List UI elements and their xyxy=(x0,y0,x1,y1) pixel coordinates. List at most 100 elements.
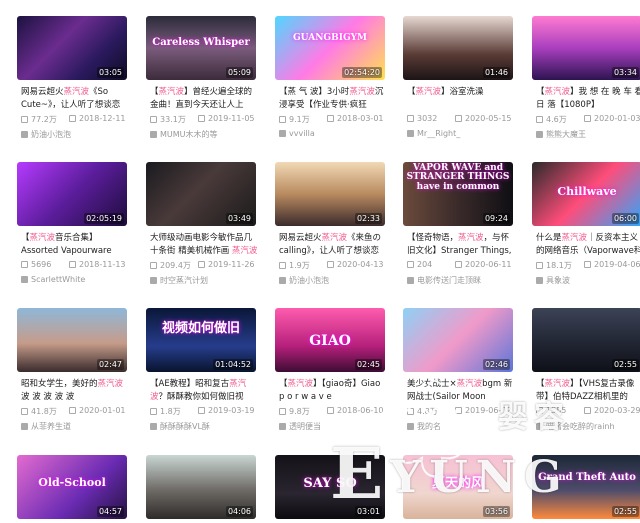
play-icon xyxy=(536,262,543,269)
thumbnail-overlay-text: 视频如何做旧 xyxy=(161,321,240,336)
video-thumbnail[interactable]: Chillwave 06:00 xyxy=(532,162,640,226)
uploader-name: Mr__Right_ xyxy=(417,129,461,138)
video-thumbnail[interactable]: Old-School 04:57 xyxy=(17,455,127,519)
play-count: 33.1万 xyxy=(150,114,186,125)
video-thumbnail[interactable]: Careless Whisper 05:09 xyxy=(146,16,256,80)
video-title[interactable]: 【怪奇物语，蒸汽波，与怀旧文化】Stranger Things, xyxy=(407,232,515,258)
video-duration: 02:33 xyxy=(354,213,382,224)
video-thumbnail[interactable]: VAPOR WAVE and STRANGER THINGS have in c… xyxy=(403,162,513,226)
video-title[interactable]: 【AE教程】昭和复古蒸汽波？酥酥教你如何做旧视 xyxy=(150,378,258,404)
uploader-link[interactable]: 喵酱会吃醉的rainh xyxy=(536,421,615,432)
video-card[interactable]: 03:34 【蒸汽波】我 想 在 晚 车 看 日 落【1080P】 4.6万 2020… xyxy=(532,16,640,142)
video-card[interactable]: 夏天的风 03:56 xyxy=(403,455,513,523)
video-card[interactable]: GUANGBIGYM 02:54:20 【蒸 气 波】3小时蒸汽波沉浸享受【作业专供… xyxy=(275,16,385,142)
video-thumbnail[interactable]: 02:47 xyxy=(17,308,127,372)
video-card[interactable]: 02:55 【蒸汽波】【VHS复古录像带】伯特DAZZ相机里的 1585 2020-0… xyxy=(532,308,640,434)
video-thumbnail[interactable]: 04:06 xyxy=(146,455,256,519)
video-card[interactable]: 02:05:19 【蒸汽波音乐合集】Assorted Vapourware 5696… xyxy=(17,162,127,288)
video-thumbnail[interactable]: GUANGBIGYM 02:54:20 xyxy=(275,16,385,80)
video-thumbnail[interactable]: 02:05:19 xyxy=(17,162,127,226)
video-card[interactable]: 04:06 xyxy=(146,455,256,523)
video-title[interactable]: 【蒸汽波】浴室洗澡 xyxy=(407,86,515,112)
play-count-value: 5696 xyxy=(31,260,52,269)
video-card[interactable]: Chillwave 06:00 什么是蒸汽波｜反资本主义的网络音乐（Vaporwav… xyxy=(532,162,640,288)
uploader-icon xyxy=(21,423,28,430)
uploader-link[interactable]: 从菲养生道 xyxy=(21,421,71,432)
video-duration: 01:46 xyxy=(482,67,510,78)
uploader-icon xyxy=(150,277,157,284)
video-duration: 02:45 xyxy=(354,359,382,370)
uploader-link[interactable]: 透明便当 xyxy=(279,421,321,432)
uploader-name: 奶油小泡泡 xyxy=(31,130,71,139)
uploader-link[interactable]: 电影传送门走顶眯 xyxy=(407,275,481,286)
play-count: 1.8万 xyxy=(150,406,181,417)
video-card[interactable]: 03:49 大师级动画电影今敏作品几十条街 精美机械作画 蒸汽波 209.4万 201… xyxy=(146,162,258,288)
video-thumbnail[interactable]: 03:05 xyxy=(17,16,127,80)
video-title[interactable]: 【蒸汽波】【VHS复古录像带】伯特DAZZ相机里的 xyxy=(536,378,640,404)
play-count: 4.6万 xyxy=(536,114,567,125)
video-card[interactable]: Careless Whisper 05:09 【蒸汽波】曾经火遍全球的金曲！直到今天… xyxy=(146,16,256,142)
video-card[interactable]: 02:47 昭和女学生，美好的蒸汽波 波 波 波 波 波 41.8万 2020-01-… xyxy=(17,308,127,434)
video-thumbnail[interactable]: 03:49 xyxy=(146,162,256,226)
video-card[interactable]: 02:33 网易云超火蒸汽波《来鱼の calling》，让人听了想谈恋爱 1.9万 2… xyxy=(275,162,385,288)
upload-date-value: 2018-06-10 xyxy=(337,406,384,415)
uploader-name: 透明便当 xyxy=(289,422,321,431)
video-thumbnail[interactable]: 03:34 xyxy=(532,16,640,80)
video-card[interactable]: 02:46 美少女战士×蒸汽波bgm 新网战士(Sailor Moon 4.8万 20… xyxy=(403,308,513,434)
upload-date-value: 2019-03-19 xyxy=(208,406,255,415)
video-card[interactable]: GIAO 02:45 【蒸汽波】【giao奇】Giao p o r w a v e 9… xyxy=(275,308,385,434)
video-thumbnail[interactable]: 02:46 xyxy=(403,308,513,372)
video-card[interactable]: SAY SO 03:01 xyxy=(275,455,385,523)
video-thumbnail[interactable]: 02:55 xyxy=(532,308,640,372)
video-title[interactable]: 什么是蒸汽波｜反资本主义的网络音乐（Vaporwave科 xyxy=(536,232,640,258)
video-title[interactable]: 大师级动画电影今敏作品几十条街 精美机械作画 蒸汽波 xyxy=(150,232,258,258)
upload-date: 2020-04-13 xyxy=(327,260,384,269)
video-card[interactable]: VAPOR WAVE and STRANGER THINGS have in c… xyxy=(403,162,513,288)
video-thumbnail[interactable]: SAY SO 03:01 xyxy=(275,455,385,519)
video-title[interactable]: 网易云超火蒸汽波《So Cute~》，让人听了想谈恋 xyxy=(21,86,129,112)
title-keyword-highlight: 蒸汽波 xyxy=(561,233,588,243)
upload-date-value: 2020-03-29 xyxy=(594,406,640,415)
video-thumbnail[interactable]: GIAO 02:45 xyxy=(275,308,385,372)
uploader-link[interactable]: MUMU木木的等 xyxy=(150,129,218,140)
video-thumbnail[interactable]: 夏天的风 03:56 xyxy=(403,455,513,519)
video-thumbnail[interactable]: Grand Theft Auto 02:55 xyxy=(532,455,640,519)
video-card[interactable]: 01:46 【蒸汽波】浴室洗澡 3032 2020-05-15 Mr__Right_ xyxy=(403,16,513,142)
video-title[interactable]: 【蒸 气 波】3小时蒸汽波沉浸享受【作业专供·疯狂 xyxy=(279,86,387,112)
video-title[interactable]: 昭和女学生，美好的蒸汽波 波 波 波 波 波 xyxy=(21,378,129,404)
video-title[interactable]: 【蒸汽波】曾经火遍全球的金曲！直到今天还让人上 xyxy=(150,86,258,112)
video-duration: 02:55 xyxy=(611,359,639,370)
video-duration: 03:01 xyxy=(354,506,382,517)
play-count-value: 204 xyxy=(417,260,433,269)
calendar-icon xyxy=(327,115,334,122)
video-duration: 02:05:19 xyxy=(84,213,124,224)
video-thumbnail[interactable]: 01:46 xyxy=(403,16,513,80)
title-text: 【AE教程】昭和复古 xyxy=(150,379,230,389)
video-card[interactable]: Old-School 04:57 xyxy=(17,455,127,523)
video-title[interactable]: 【蒸汽波】【giao奇】Giao p o r w a v e xyxy=(279,378,387,404)
upload-date: 2019-11-26 xyxy=(198,260,255,269)
video-title[interactable]: 美少女战士×蒸汽波bgm 新网战士(Sailor Moon xyxy=(407,378,515,404)
video-card[interactable]: 视频如何做旧 01:04:52 【AE教程】昭和复古蒸汽波？酥酥教你如何做旧视 1.8… xyxy=(146,308,256,434)
video-thumbnail[interactable]: 02:33 xyxy=(275,162,385,226)
video-card[interactable]: 03:05 网易云超火蒸汽波《So Cute~》，让人听了想谈恋 77.2万 2018… xyxy=(17,16,127,142)
uploader-link[interactable]: 我的名 xyxy=(407,421,441,432)
uploader-link[interactable]: 具象波 xyxy=(536,275,570,286)
uploader-link[interactable]: 奶油小泡泡 xyxy=(21,129,71,140)
video-thumbnail[interactable]: 视频如何做旧 01:04:52 xyxy=(146,308,256,372)
calendar-icon xyxy=(69,115,76,122)
video-title[interactable]: 网易云超火蒸汽波《来鱼の calling》，让人听了想谈恋爱 xyxy=(279,232,387,258)
uploader-link[interactable]: Mr__Right_ xyxy=(407,129,460,138)
uploader-link[interactable]: 奶油小泡泡 xyxy=(279,275,329,286)
video-title[interactable]: 【蒸汽波】我 想 在 晚 车 看 日 落【1080P】 xyxy=(536,86,640,112)
play-count-value: 1.9万 xyxy=(289,261,310,270)
calendar-icon xyxy=(198,115,205,122)
uploader-link[interactable]: 熊熊大魔王 xyxy=(536,129,586,140)
uploader-link[interactable]: 时空蒸汽计划 xyxy=(150,275,208,286)
video-card[interactable]: Grand Theft Auto 02:55 xyxy=(532,455,640,523)
uploader-link[interactable]: vvvilla xyxy=(279,129,315,138)
video-title[interactable]: 【蒸汽波音乐合集】Assorted Vapourware xyxy=(21,232,129,258)
play-count: 4.8万 xyxy=(407,406,438,417)
uploader-link[interactable]: 酥酥酥酥VL酥 xyxy=(150,421,210,432)
uploader-link[interactable]: ScarlettWhite xyxy=(21,275,85,284)
